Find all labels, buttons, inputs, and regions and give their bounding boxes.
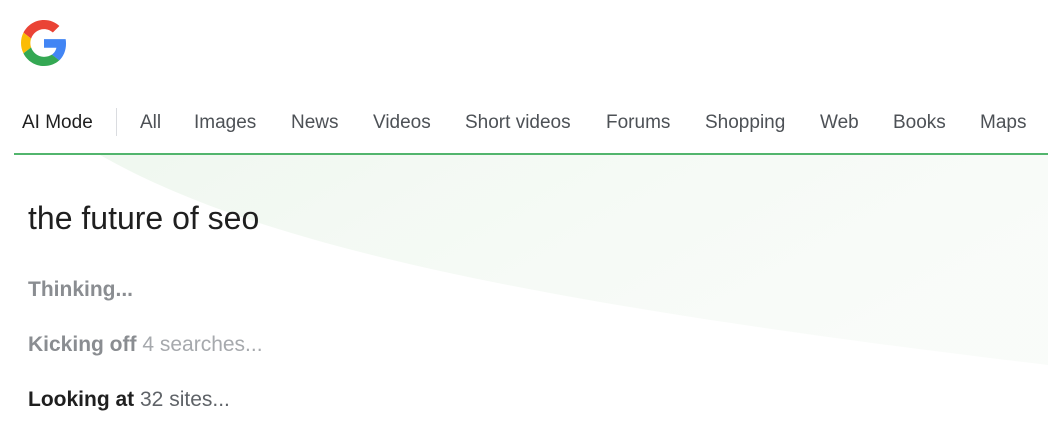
status-kicking-off-rest: 4 searches...: [136, 333, 263, 356]
tabs-underline: [14, 153, 1048, 155]
query-text: the future of seo: [28, 200, 260, 236]
tab-books[interactable]: Books: [893, 104, 946, 142]
tab-divider: [116, 108, 117, 136]
tab-shopping[interactable]: Shopping: [705, 104, 785, 142]
status-looking-at: Looking at 32 sites...: [28, 385, 230, 415]
tab-forums[interactable]: Forums: [606, 104, 670, 142]
status-kicking-off: Kicking off 4 searches...: [28, 330, 263, 360]
status-thinking: Thinking...: [28, 275, 133, 305]
google-g-icon: [21, 20, 67, 66]
status-looking-at-strong: Looking at: [28, 388, 135, 411]
search-tabs: AI Mode All Images News Videos Short vid…: [0, 104, 1048, 142]
tab-videos[interactable]: Videos: [373, 104, 431, 142]
tab-short-videos[interactable]: Short videos: [465, 104, 571, 142]
tab-ai-mode[interactable]: AI Mode: [22, 104, 93, 142]
status-looking-at-rest: 32 sites...: [134, 388, 230, 411]
status-thinking-label: Thinking...: [28, 278, 133, 301]
tab-images[interactable]: Images: [194, 104, 256, 142]
tab-all[interactable]: All: [140, 104, 161, 142]
status-kicking-off-strong: Kicking off: [28, 333, 137, 356]
google-logo[interactable]: [21, 20, 67, 66]
tab-web[interactable]: Web: [820, 104, 859, 142]
tab-maps[interactable]: Maps: [980, 104, 1026, 142]
tab-news[interactable]: News: [291, 104, 339, 142]
